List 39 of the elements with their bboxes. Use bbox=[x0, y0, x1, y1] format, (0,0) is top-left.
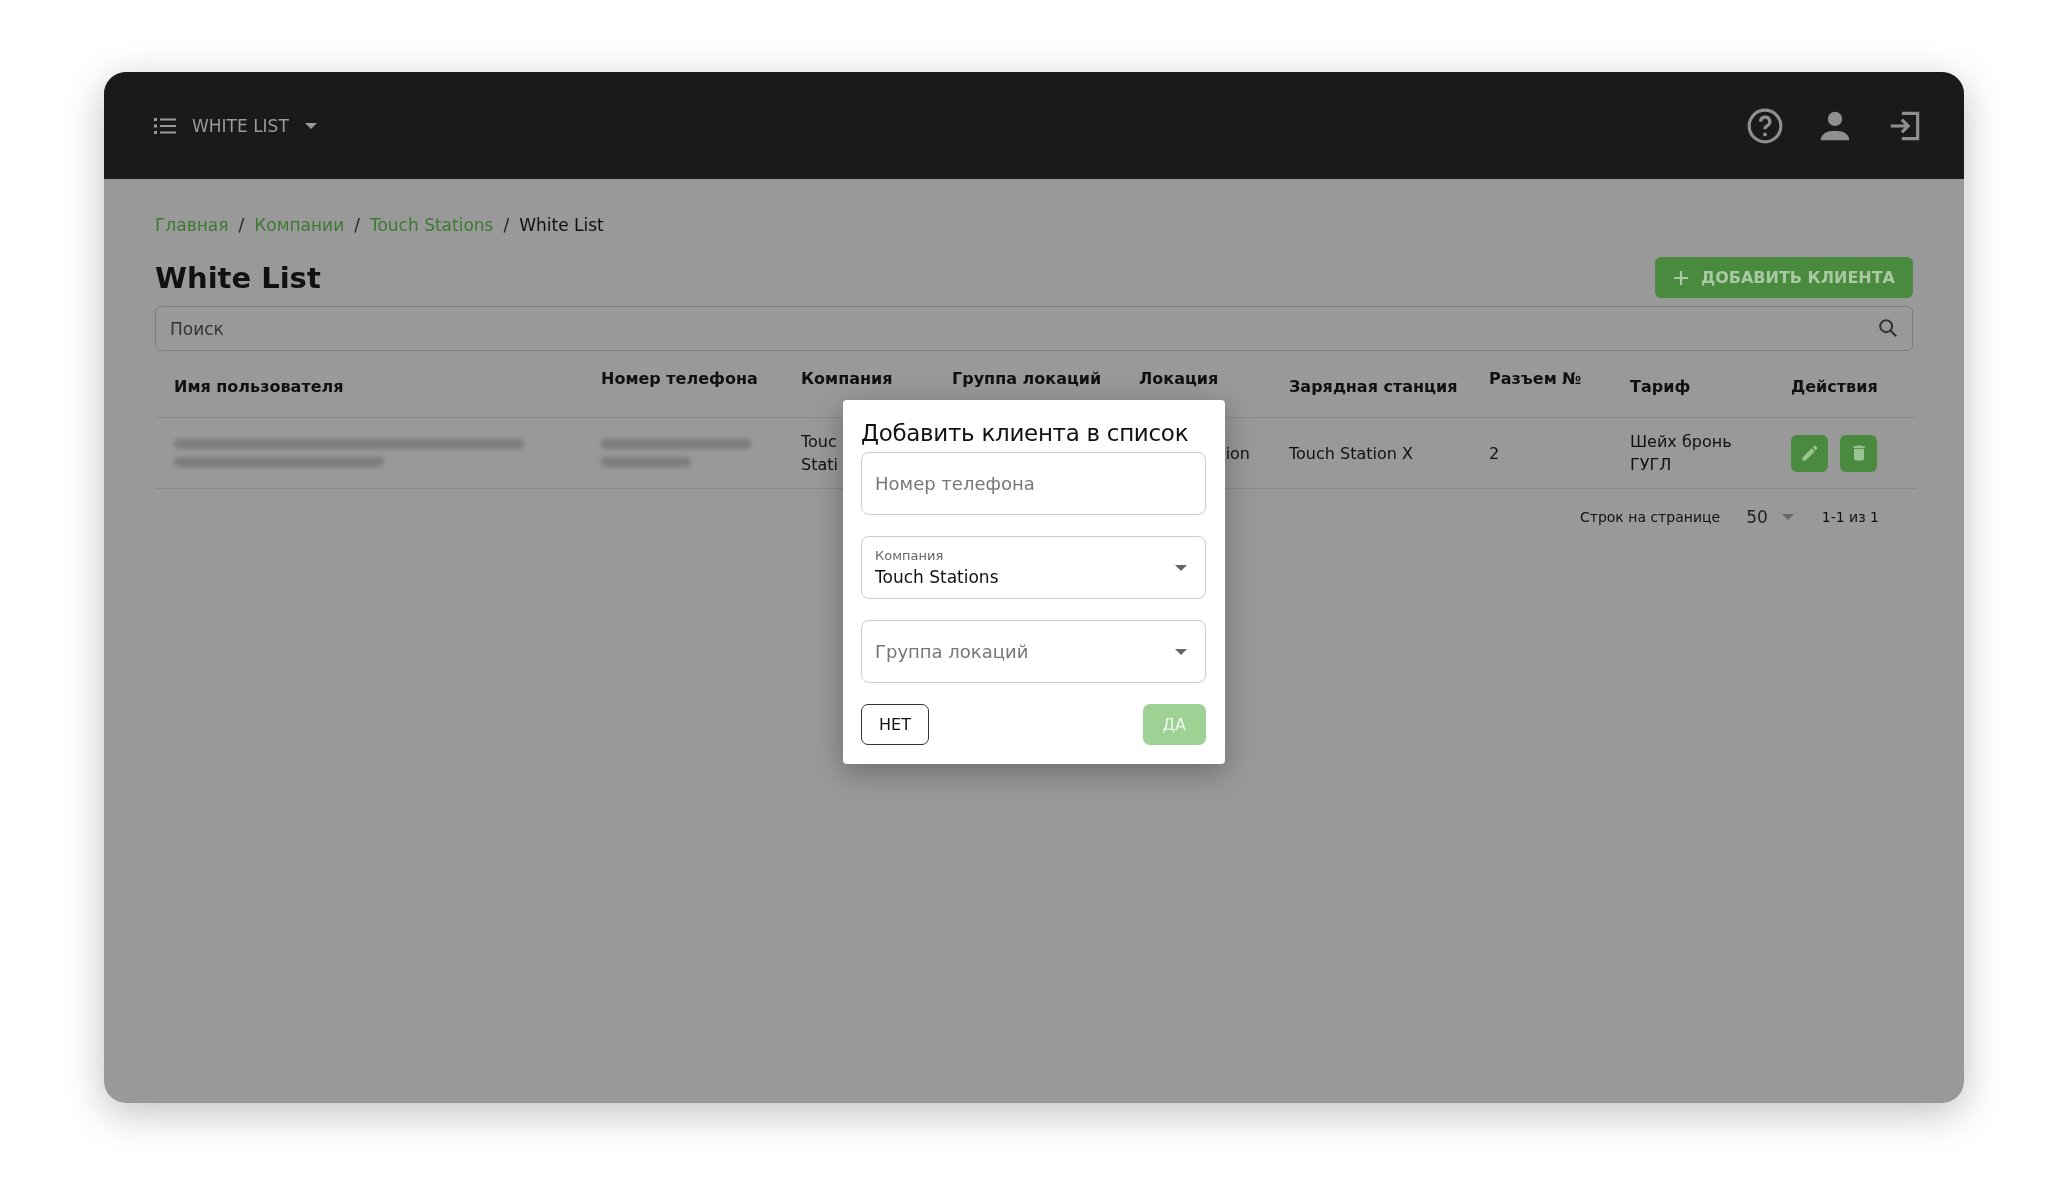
help-icon bbox=[1746, 106, 1784, 145]
page-range: 1-1 из 1 bbox=[1821, 509, 1879, 526]
column-header: Локация bbox=[1139, 369, 1219, 388]
rows-per-page-select[interactable]: 50 bbox=[1734, 507, 1808, 528]
column-header: Номер телефона bbox=[601, 369, 758, 388]
column-header: Группа локаций bbox=[952, 369, 1102, 388]
column-header: Действия bbox=[1791, 376, 1878, 396]
breadcrumb-current: White List bbox=[519, 215, 604, 235]
select-field[interactable]: Группа локаций bbox=[861, 620, 1206, 683]
list-icon bbox=[154, 116, 176, 135]
column-header: Имя пользователя bbox=[174, 376, 344, 396]
phone-input-field[interactable]: Номер телефона bbox=[862, 453, 1205, 514]
breadcrumb-separator: / bbox=[503, 215, 510, 235]
dropdown-caret-icon bbox=[1781, 514, 1794, 521]
help-button[interactable] bbox=[1746, 106, 1784, 145]
search-field[interactable]: Поиск bbox=[155, 306, 1913, 351]
rows-per-page-label: Строк на странице bbox=[1579, 509, 1721, 526]
breadcrumb-separator: / bbox=[238, 215, 245, 235]
page-title: White List bbox=[155, 260, 321, 295]
no-button[interactable]: НЕТ bbox=[861, 704, 929, 745]
table-cell-text: 2 bbox=[1489, 442, 1500, 465]
column-header: Компания bbox=[801, 369, 893, 388]
column-header: Разъем № bbox=[1489, 369, 1582, 388]
search-icon bbox=[1877, 317, 1899, 339]
table-cell-text: Touch Station X bbox=[1289, 442, 1413, 465]
dialog-title: Добавить клиента в список bbox=[861, 420, 1190, 446]
page-menu-button[interactable]: WHITE LIST bbox=[154, 115, 317, 136]
dropdown-caret-icon bbox=[1175, 564, 1187, 571]
dropdown-caret-icon bbox=[1175, 648, 1187, 655]
table-cell-text: Touc Stati bbox=[801, 431, 838, 477]
select-field[interactable]: Компания Touch Stations bbox=[861, 536, 1206, 599]
caret-icon bbox=[304, 122, 317, 129]
breadcrumb-separator: / bbox=[354, 215, 360, 235]
column-header: Зарядная станция bbox=[1289, 376, 1458, 396]
table-cell-text: ion bbox=[1225, 442, 1250, 465]
column-header: Тариф bbox=[1630, 376, 1691, 396]
plus-icon bbox=[1672, 269, 1689, 286]
add-client-button[interactable]: ДОБАВИТЬ КЛИЕНТА bbox=[1654, 257, 1913, 298]
table-cell-text: Шейх бронь ГУГЛ bbox=[1630, 431, 1732, 477]
